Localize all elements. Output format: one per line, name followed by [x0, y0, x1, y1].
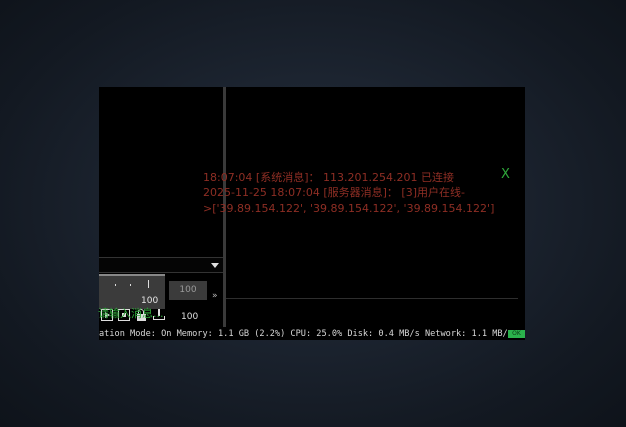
status-bar: ation Mode: On Memory: 1.1 GB (2.2%) CPU…	[99, 328, 525, 340]
slider-tick	[130, 284, 131, 286]
message-input[interactable]	[98, 305, 420, 321]
chevron-down-icon[interactable]: »	[212, 292, 218, 301]
chat-message: 18:07:04 [系统消息]： 113.201.254.201 已连接	[203, 171, 454, 184]
device-dropdown[interactable]	[99, 257, 223, 273]
value-box-top-label: 100	[179, 285, 197, 295]
input-divider	[226, 298, 518, 299]
slider-handle[interactable]	[148, 280, 149, 288]
volume-slider[interactable]: 100	[99, 274, 165, 309]
chat-message: 2025-11-25 18:07:04 [服务器消息]： [3]用户在线-	[203, 186, 465, 199]
chat-message: >['39.89.154.122', '39.89.154.122', '39.…	[203, 202, 495, 215]
close-button[interactable]: X	[501, 167, 510, 182]
dropdown-arrow-icon[interactable]	[211, 263, 219, 268]
app-window: 100 100 » 100 18:07:04 [系统消息]： 113.201.2…	[99, 87, 525, 340]
status-badge: OK	[508, 330, 525, 338]
value-box-top[interactable]: 100	[169, 281, 207, 300]
status-text: ation Mode: On Memory: 1.1 GB (2.2%) CPU…	[99, 329, 513, 339]
slider-tick	[115, 284, 116, 286]
